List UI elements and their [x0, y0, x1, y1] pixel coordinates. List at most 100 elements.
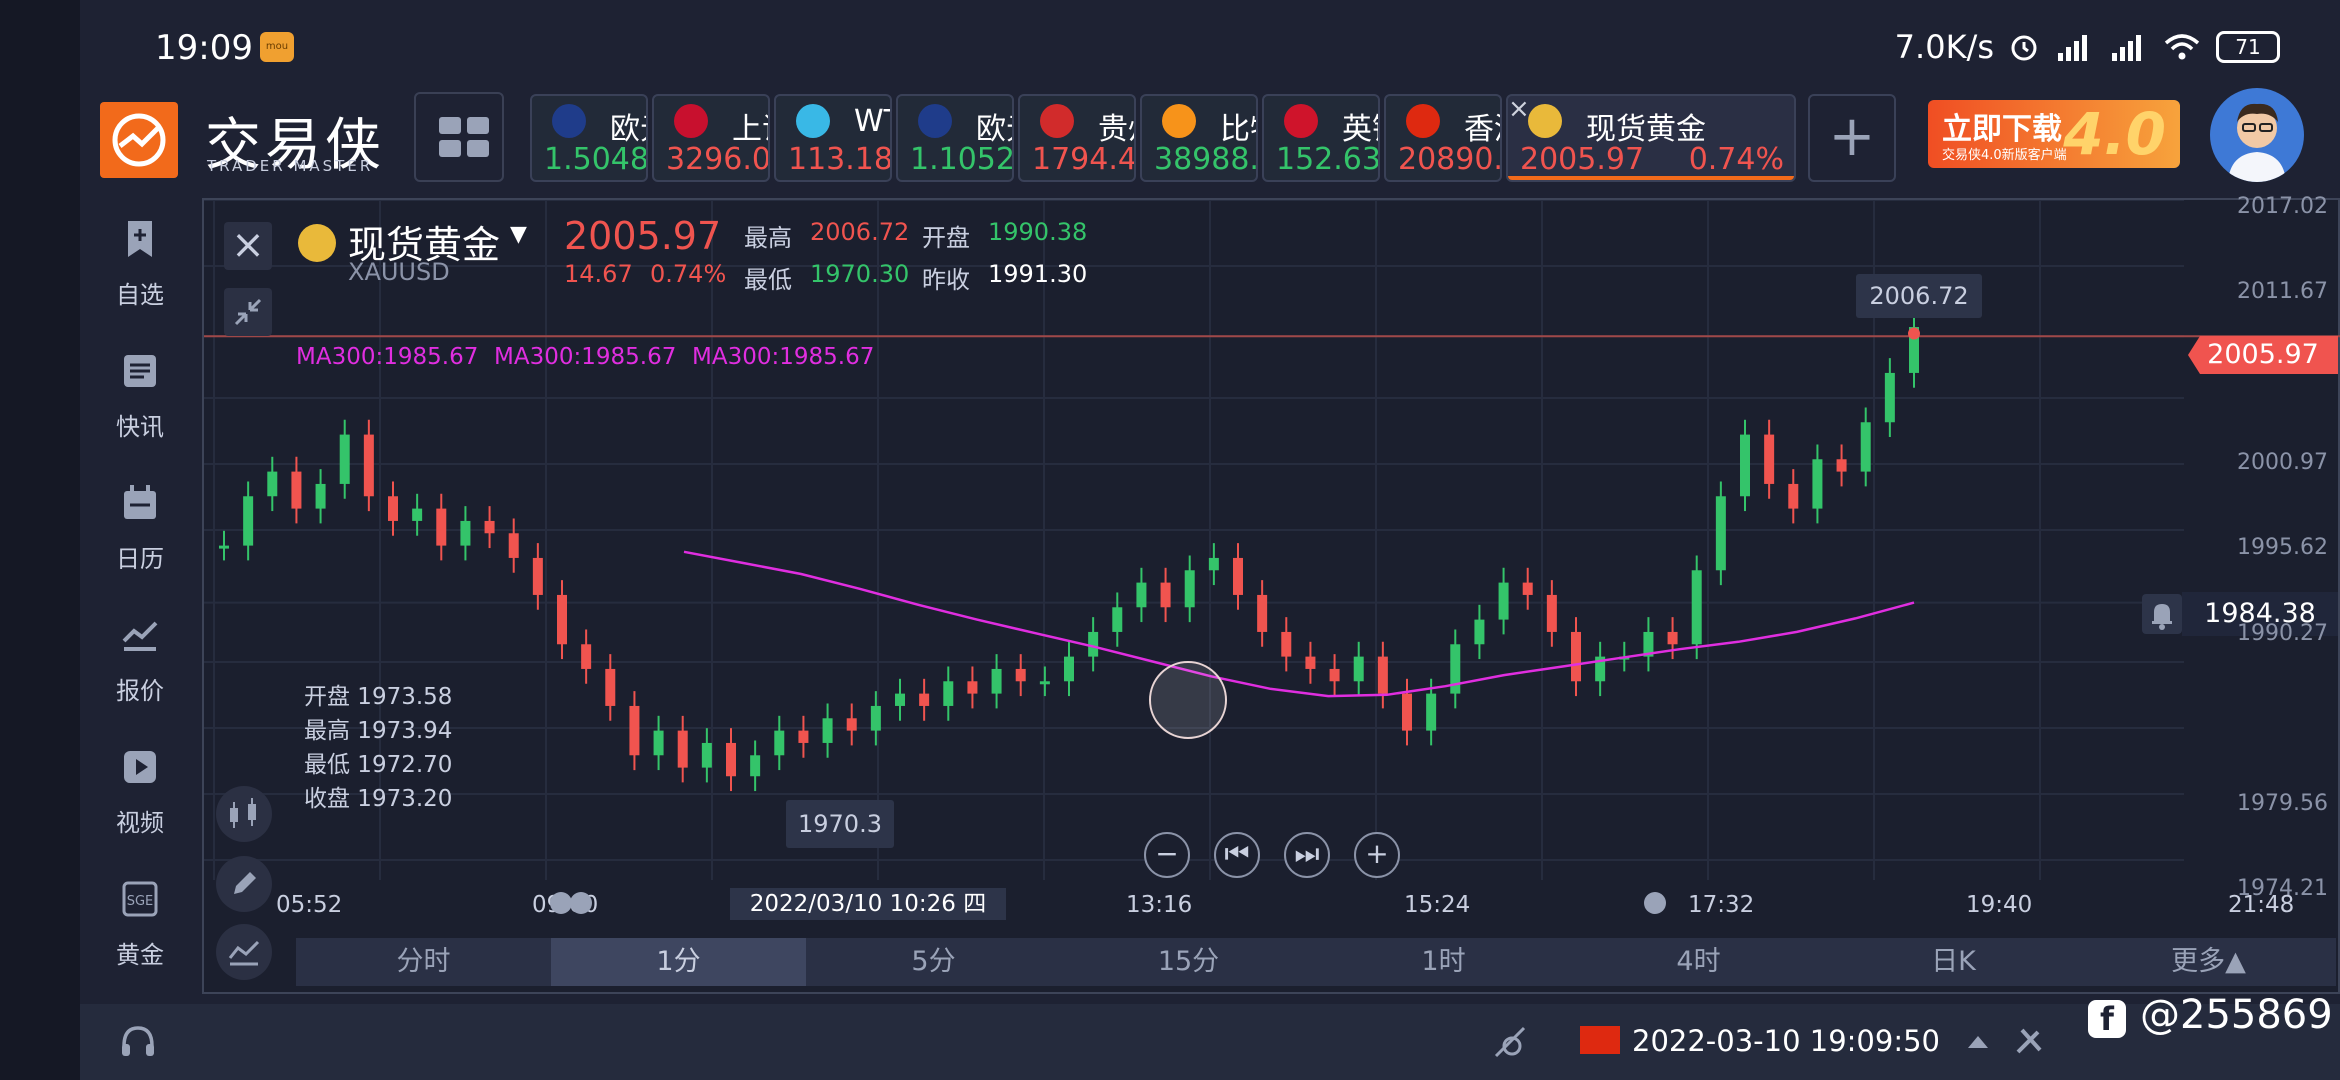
- nav-item[interactable]: 视频: [80, 733, 200, 843]
- layout-grid-button[interactable]: [414, 92, 504, 182]
- net-speed: 7.0K/s: [1894, 28, 1994, 66]
- candle-body: [363, 434, 374, 497]
- quote-name: WT: [854, 104, 890, 139]
- prev-button[interactable]: ⏮: [1214, 832, 1260, 878]
- status-right-group: 7.0K/s 71: [1895, 28, 2280, 66]
- quote-tab[interactable]: 比特38988.8: [1140, 94, 1258, 182]
- y-tick-label: 2017.02: [2237, 194, 2328, 219]
- symbol-dropdown-icon[interactable]: ▼: [510, 222, 527, 247]
- prev-close-value: 1991.30: [988, 260, 1088, 288]
- candle-body: [1546, 594, 1557, 632]
- watermark: @255869: [2140, 992, 2333, 1038]
- calendar-icon: [124, 485, 156, 519]
- period-tab[interactable]: 日K: [1826, 938, 2081, 986]
- period-tab[interactable]: 1时: [1316, 938, 1571, 986]
- candle-body: [412, 508, 423, 521]
- nav-label: 快讯: [116, 413, 164, 441]
- candle-body: [388, 496, 398, 521]
- scroll-handle[interactable]: [1644, 892, 1666, 914]
- caret-up-icon[interactable]: [1966, 1032, 1990, 1050]
- zoom-in-button[interactable]: +: [1354, 832, 1400, 878]
- period-tab[interactable]: 分时: [296, 938, 551, 986]
- news-list-icon: [124, 355, 156, 387]
- indicator-icon: [228, 940, 260, 966]
- candle-body: [1305, 656, 1316, 669]
- period-tab[interactable]: 5分: [806, 938, 1061, 986]
- period-tab[interactable]: 更多▲: [2081, 938, 2336, 986]
- candle-type-button[interactable]: [216, 786, 272, 842]
- candle-body: [1812, 459, 1823, 509]
- pencil-icon: [234, 872, 256, 894]
- trend-line-icon: [122, 621, 158, 651]
- candle-body: [1208, 557, 1219, 571]
- x-tick-label: 05:52: [276, 892, 343, 918]
- nav-item[interactable]: 日历: [80, 469, 200, 579]
- ma-label: MA300:1985.67: [296, 344, 479, 370]
- app-subtitle: TRADER MASTER: [207, 157, 374, 175]
- candle-body: [701, 742, 712, 768]
- candle-body: [1281, 631, 1292, 657]
- period-tab[interactable]: 4时: [1571, 938, 1826, 986]
- collapse-chart-button[interactable]: [224, 288, 272, 336]
- candle-body: [870, 705, 881, 731]
- ohlc-close: 收盘 1973.20: [304, 786, 453, 812]
- candle-body: [629, 705, 640, 756]
- candle-body: [581, 644, 592, 669]
- next-button[interactable]: ⏭: [1284, 832, 1330, 878]
- quote-tab[interactable]: 现货黄金 2005.97 0.74% ×: [1506, 94, 1796, 182]
- quote-tab[interactable]: 香港20890.2: [1384, 94, 1502, 182]
- open-value: 1990.38: [988, 218, 1088, 246]
- tools-icon[interactable]: [2010, 1020, 2050, 1060]
- period-tab[interactable]: 1分: [551, 938, 806, 986]
- download-title: 立即下载: [1942, 112, 2062, 147]
- quote-tab[interactable]: WT113.180: [774, 94, 892, 182]
- indicator-button[interactable]: [216, 924, 272, 980]
- nav-item[interactable]: 报价: [80, 601, 200, 711]
- headset-icon[interactable]: [116, 1020, 160, 1064]
- quote-tab[interactable]: 上证3296.09: [652, 94, 770, 182]
- avatar[interactable]: [2210, 88, 2304, 182]
- candle-body: [532, 557, 543, 595]
- nav-item[interactable]: SGE 黄金: [80, 865, 200, 975]
- signal-hd-icon-2: [2112, 35, 2141, 61]
- download-banner[interactable]: 立即下载 交易侠4.0新版客户端 4.0: [1928, 100, 2180, 168]
- bookmark-plus-icon: [128, 221, 152, 257]
- candle-body: [1088, 631, 1099, 657]
- candle-body: [1667, 631, 1678, 645]
- candle-body: [943, 681, 954, 706]
- grid-cell: [439, 140, 461, 157]
- scroll-handle[interactable]: [570, 892, 592, 914]
- x-tick-label: 13:16: [1126, 892, 1193, 918]
- bell-icon[interactable]: [2142, 594, 2182, 634]
- quote-tab[interactable]: 贵州1794.43: [1018, 94, 1136, 182]
- period-tab[interactable]: 15分: [1061, 938, 1316, 986]
- last-price: 2005.97: [564, 214, 722, 258]
- symbol-code: XAUUSD: [348, 258, 450, 286]
- y-tick-label: 1995.62: [2237, 535, 2328, 561]
- candle-body: [460, 520, 471, 546]
- zoom-out-button[interactable]: −: [1144, 832, 1190, 878]
- quote-tab[interactable]: 英镑152.63: [1262, 94, 1380, 182]
- nav-item[interactable]: 快讯: [80, 337, 200, 447]
- nav-item[interactable]: 自选: [80, 205, 200, 315]
- close-tab-icon[interactable]: ×: [1508, 96, 1530, 124]
- draw-tool-button[interactable]: [216, 856, 272, 912]
- add-quote-button[interactable]: +: [1808, 94, 1896, 182]
- x-tick-label: 21:48: [2228, 892, 2295, 918]
- crosshair-marker[interactable]: [1149, 661, 1227, 739]
- app-logo[interactable]: [100, 102, 178, 178]
- quote-flag-icon: [796, 104, 830, 138]
- close-chart-button[interactable]: ×: [224, 222, 272, 270]
- alarm-icon: [2011, 35, 2037, 61]
- candle-body: [1136, 582, 1147, 608]
- quote-tab[interactable]: 欧元1.50482: [530, 94, 648, 182]
- scroll-handle[interactable]: [550, 892, 572, 914]
- quote-flag-icon: [1528, 104, 1562, 138]
- price-chart[interactable]: [204, 200, 2340, 884]
- open-label: 开盘: [922, 224, 970, 252]
- system-status-bar: 19:09 mou 7.0K/s 71: [80, 0, 2340, 90]
- ohlc-low: 最低 1972.70: [304, 752, 453, 778]
- wifi-off-icon[interactable]: [1490, 1022, 1530, 1062]
- candle-body: [436, 508, 447, 546]
- quote-tab[interactable]: 欧元1.1052: [896, 94, 1014, 182]
